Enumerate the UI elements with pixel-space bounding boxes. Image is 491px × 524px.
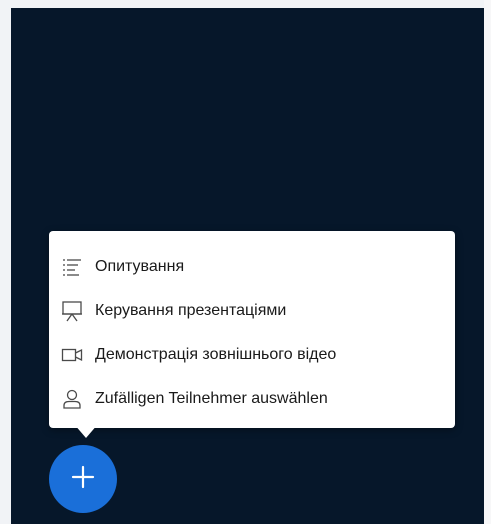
menu-item-label: Керування презентаціями xyxy=(95,302,287,319)
actions-menu: Опитування Керування презентаціями Демон… xyxy=(49,231,455,428)
menu-item-share-external-video[interactable]: Демонстрація зовнішнього відео xyxy=(49,333,455,377)
external-video-icon xyxy=(59,344,85,366)
menu-item-select-random-user[interactable]: Zufälligen Teilnehmer auswählen xyxy=(49,377,455,421)
menu-pointer xyxy=(74,424,98,438)
menu-item-label: Опитування xyxy=(95,258,185,275)
actions-button[interactable] xyxy=(49,445,117,513)
presentation-icon xyxy=(59,300,85,322)
menu-item-label: Zufälligen Teilnehmer auswählen xyxy=(95,390,328,407)
menu-item-manage-presentations[interactable]: Керування презентаціями xyxy=(49,289,455,333)
plus-icon xyxy=(70,464,96,495)
menu-item-label: Демонстрація зовнішнього відео xyxy=(95,346,337,363)
user-icon xyxy=(59,388,85,410)
polls-icon xyxy=(59,256,85,278)
right-panel-edge xyxy=(484,0,491,524)
menu-item-polls[interactable]: Опитування xyxy=(49,245,455,289)
screen: Опитування Керування презентаціями Демон… xyxy=(0,0,491,524)
left-panel-edge xyxy=(0,0,11,524)
